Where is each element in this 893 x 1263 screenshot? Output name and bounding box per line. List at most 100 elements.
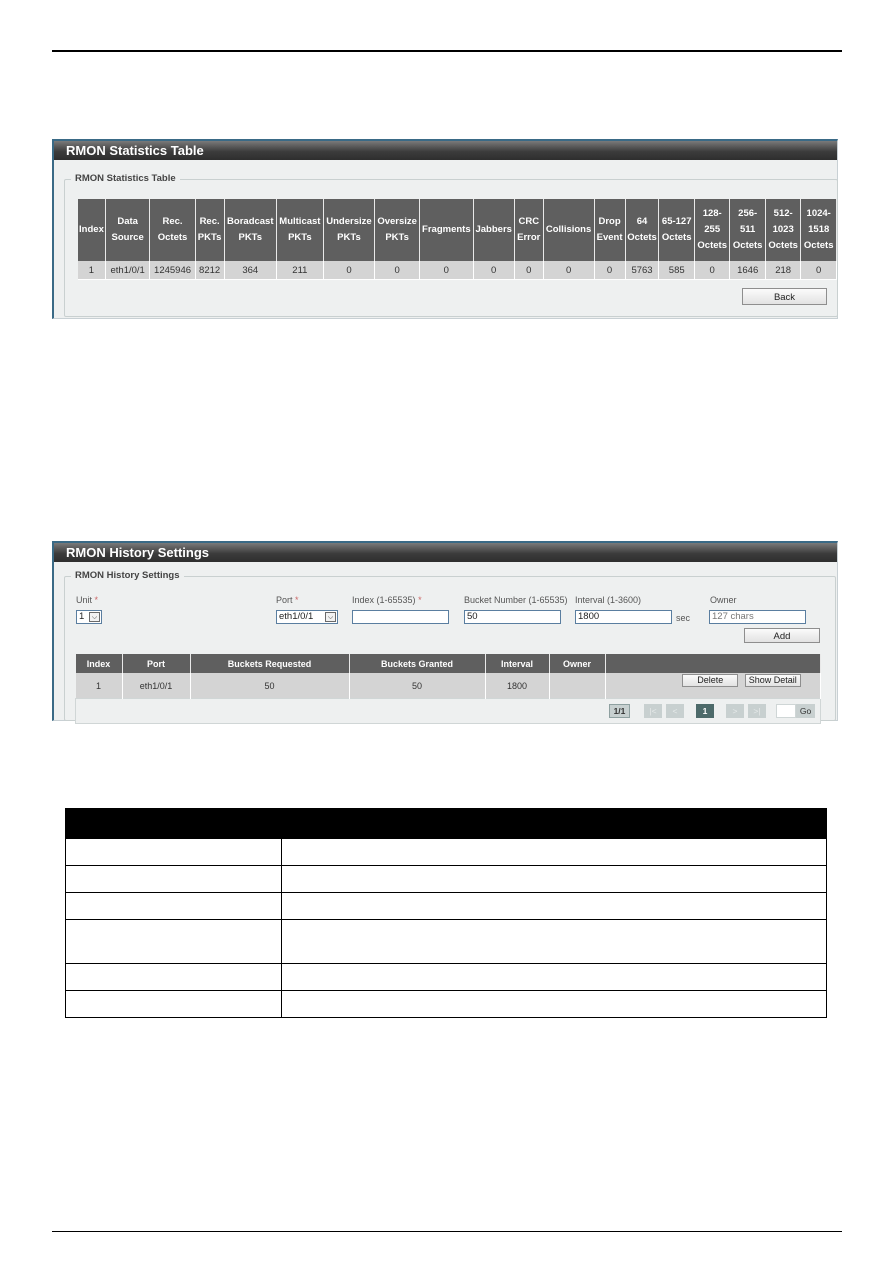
- stats-cell: 0: [543, 261, 595, 280]
- parameter-description-table: [65, 808, 827, 1018]
- cell-buckets-granted: 50: [349, 673, 486, 699]
- history-table: Index Port Buckets Requested Buckets Gra…: [75, 654, 821, 724]
- col-buckets-granted: Buckets Granted: [349, 654, 486, 673]
- desc-cell: [65, 963, 282, 991]
- stats-cell: 0: [594, 261, 626, 280]
- panel-title: RMON History Settings: [54, 543, 837, 562]
- header-line: PKTs: [337, 232, 361, 243]
- col-index: Index: [75, 654, 123, 673]
- header-line: Source: [111, 232, 144, 243]
- desc-cell: [281, 919, 827, 964]
- stats-col-header: Boradcast PKTs: [224, 199, 278, 261]
- header-line: Error: [517, 232, 541, 243]
- last-page-button[interactable]: >|: [748, 704, 766, 718]
- unit-label: Unit *: [76, 595, 99, 605]
- header-line: Fragments: [422, 224, 471, 235]
- unit-select[interactable]: 1 ⌵: [76, 610, 102, 624]
- desc-cell: [281, 892, 827, 920]
- cell-index: 1: [75, 673, 123, 699]
- header-line: Collisions: [545, 224, 592, 235]
- header-line: Octets: [732, 240, 763, 251]
- header-line: Rec.: [162, 216, 183, 227]
- stats-col-header: Multicast PKTs: [276, 199, 324, 261]
- header-line: Jabbers: [475, 224, 512, 235]
- port-value: eth1/0/1: [279, 611, 314, 622]
- port-label: Port *: [276, 595, 299, 605]
- add-button[interactable]: Add: [744, 628, 820, 643]
- pagination: 1/1 |< < 1 > >| Go: [77, 704, 819, 718]
- table-row: 1 eth1/0/1 1245946 8212 364 211 0 0 0 0 0 0 0 5763 585…: [78, 261, 837, 280]
- stats-cell: 1: [78, 261, 106, 280]
- stats-cell: 0: [419, 261, 474, 280]
- stats-col-header: Oversize PKTs: [374, 199, 421, 261]
- prev-page-button[interactable]: <: [666, 704, 684, 718]
- stats-cell: 211: [276, 261, 324, 280]
- stats-col-header: CRC Error: [514, 199, 544, 261]
- header-line: 1023: [772, 224, 794, 235]
- stats-col-header: Jabbers: [473, 199, 515, 261]
- header-rule: [52, 50, 842, 52]
- back-button[interactable]: Back: [742, 288, 827, 305]
- port-select[interactable]: eth1/0/1 ⌵: [276, 610, 338, 624]
- interval-input[interactable]: 1800: [575, 610, 672, 624]
- col-actions: [605, 654, 821, 673]
- pager-cell: 1/1 |< < 1 > >| Go: [75, 698, 821, 724]
- bucket-number-input[interactable]: 50: [464, 610, 561, 624]
- header-line: PKTs: [385, 232, 409, 243]
- owner-input[interactable]: 127 chars: [709, 610, 806, 624]
- table-row: [65, 865, 827, 893]
- desc-header-parameter: [65, 808, 282, 839]
- stats-col-header: Collisions: [543, 199, 595, 261]
- header-line: 255: [704, 224, 721, 235]
- desc-header-description: [281, 808, 827, 839]
- index-input[interactable]: [352, 610, 449, 624]
- stats-cell: 0: [800, 261, 837, 280]
- delete-button[interactable]: Delete: [682, 674, 739, 687]
- cell-interval: 1800: [485, 673, 550, 699]
- stats-cell: 8212: [195, 261, 225, 280]
- stats-cell: eth1/0/1: [105, 261, 151, 280]
- header-line: 1024-: [806, 208, 831, 219]
- cell-actions: Delete Show Detail: [605, 673, 821, 699]
- show-detail-button[interactable]: Show Detail: [744, 674, 801, 687]
- header-line: 128-: [702, 208, 722, 219]
- col-buckets-requested: Buckets Requested: [190, 654, 350, 673]
- stats-cell: 0: [514, 261, 544, 280]
- stats-cell: 0: [473, 261, 515, 280]
- desc-cell: [65, 838, 282, 866]
- first-page-button[interactable]: |<: [644, 704, 662, 718]
- header-line: PKTs: [288, 232, 312, 243]
- fieldset-legend: RMON History Settings: [71, 570, 184, 581]
- pager-row: 1/1 |< < 1 > >| Go: [75, 698, 821, 724]
- stats-col-header: Fragments: [419, 199, 474, 261]
- chevron-down-icon: ⌵: [89, 612, 100, 622]
- next-page-button[interactable]: >: [726, 704, 744, 718]
- fieldset-legend: RMON Statistics Table: [71, 173, 180, 184]
- header-line: 1518: [808, 224, 830, 235]
- stats-col-header: 1024- 1518 Octets: [800, 199, 837, 261]
- stats-col-header: Data Source: [105, 199, 151, 261]
- table-row: [65, 838, 827, 866]
- stats-col-header: 128- 255 Octets: [694, 199, 731, 261]
- desc-cell: [281, 990, 827, 1018]
- table-row: [65, 892, 827, 920]
- table-row: 1 eth1/0/1 50 50 1800 Delete Show Detail: [75, 673, 821, 699]
- stats-cell: 585: [658, 261, 695, 280]
- header-line: Boradcast: [227, 216, 274, 227]
- header-line: Rec.: [199, 216, 220, 227]
- header-line: 512-: [773, 208, 793, 219]
- footer-rule: [52, 1231, 842, 1232]
- col-owner: Owner: [549, 654, 606, 673]
- desc-cell: [65, 919, 282, 964]
- desc-cell: [281, 865, 827, 893]
- go-button[interactable]: Go: [796, 704, 815, 718]
- bucket-number-label: Bucket Number (1-65535): [464, 595, 568, 605]
- current-page[interactable]: 1: [696, 704, 714, 718]
- desc-cell: [65, 892, 282, 920]
- table-row: [65, 963, 827, 991]
- page-number-input[interactable]: [776, 704, 796, 718]
- stats-col-header: 65-127 Octets: [658, 199, 695, 261]
- stats-cell: 5763: [625, 261, 660, 280]
- statistics-table: Index Data Source Rec. Octets Rec. PKTs Boradca…: [78, 199, 837, 280]
- header-line: Octets: [157, 232, 188, 243]
